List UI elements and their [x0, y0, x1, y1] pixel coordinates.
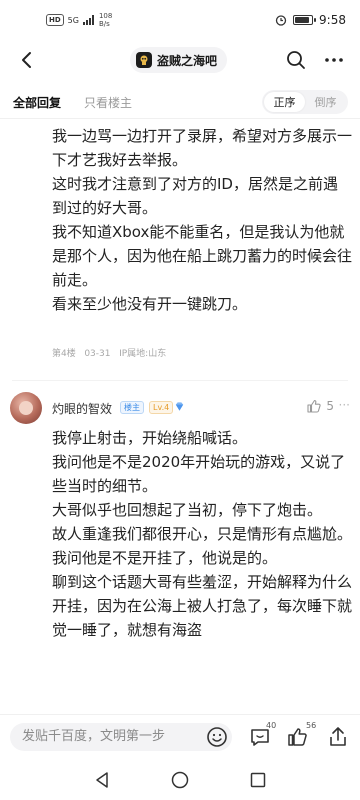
nav-recents-icon[interactable]: [248, 770, 268, 790]
avatar-face: [19, 401, 33, 415]
forum-name: 盗贼之海吧: [157, 53, 218, 68]
post-paragraph: 这时我才注意到了对方的ID，居然是之前遇到过的好大哥。: [52, 175, 338, 217]
post-paragraph: 大哥似乎也回想起了当初，停下了炮击。: [52, 501, 323, 519]
signal-label: 5G: [67, 15, 79, 25]
floor-number: 第4楼: [52, 349, 76, 359]
post-divider: [12, 380, 348, 381]
battery-fill: [295, 17, 310, 23]
tabs-divider: [0, 118, 360, 119]
post-paragraph: 我停止射击，开始绕船喊话。: [52, 429, 248, 447]
hd-badge: HD: [46, 14, 64, 26]
post-paragraph: 看来至少他没有开一键跳刀。: [52, 295, 248, 313]
net-speed: 108 B/s: [99, 12, 112, 28]
tab-all-replies[interactable]: 全部回复: [13, 94, 61, 111]
reply-filter-tabs: 全部回复 只看楼主 正序 倒序: [0, 88, 360, 116]
tab-op-only[interactable]: 只看楼主: [84, 94, 132, 111]
post-author-row: 灼眼的智效 楼主 Lv.4 5 ···: [0, 390, 360, 430]
nav-home-icon[interactable]: [170, 770, 190, 790]
nav-back-icon[interactable]: [92, 770, 112, 790]
avatar[interactable]: [10, 392, 42, 424]
search-icon: [287, 51, 305, 69]
post-paragraph: 我问他是不是2020年开始玩的游戏，又说了些当时的细节。: [52, 453, 346, 495]
net-speed-value: 108: [98, 12, 113, 20]
like-total-count: 56: [306, 721, 317, 730]
post-paragraph: 我一边骂一边打开了录屏，希望对方多展示一下才艺我好去举报。: [52, 127, 353, 169]
signal-icon: [82, 15, 94, 25]
post-content: 我一边骂一边打开了录屏，希望对方多展示一下才艺我好去举报。 这时我才注意到了对方…: [52, 124, 352, 316]
post-content: 我停止射击，开始绕船喊话。 我问他是不是2020年开始玩的游戏，又说了些当时的细…: [52, 426, 352, 642]
op-badge: 楼主: [120, 401, 144, 414]
username[interactable]: 灼眼的智效: [52, 400, 112, 417]
clock: 9:58: [319, 13, 346, 27]
like-count: 5: [326, 399, 334, 413]
sort-descending-button[interactable]: 倒序: [305, 92, 346, 112]
diamond-badge-icon: [175, 402, 184, 411]
back-button[interactable]: [12, 46, 40, 74]
alarm-icon: [275, 15, 287, 26]
post-date: 03-31: [84, 349, 111, 359]
net-speed-unit: B/s: [98, 20, 110, 28]
post-paragraph: 故人重逢我们都很开心，只是情形有点尴尬。我问他是不是开挂了，他说是的。: [52, 525, 353, 567]
reply-input[interactable]: 发贴千百度，文明第一步: [10, 723, 232, 751]
comment-count: 40: [266, 721, 277, 730]
more-dots-icon: [325, 58, 343, 62]
status-bar: HD 5G 108 B/s 9:58: [0, 0, 360, 40]
level-badge: Lv.4: [149, 401, 174, 414]
post-paragraph: 我不知道Xbox能不能重名，但是我认为他就是那个人，因为他在船上跳刀蓄力的时候会…: [52, 223, 353, 289]
system-nav-bar: [0, 760, 360, 800]
battery-icon: [293, 15, 317, 25]
top-header: 盗贼之海吧: [0, 40, 360, 80]
ip-location: IP属地:山东: [119, 349, 167, 359]
status-left: HD 5G 108 B/s: [46, 12, 112, 28]
sort-toggle: 正序 倒序: [262, 90, 348, 114]
chevron-left-icon: [22, 52, 31, 68]
status-right: 9:58: [275, 13, 346, 27]
like-button[interactable]: 5: [306, 398, 334, 414]
reply-bar: 发贴千百度，文明第一步 40 56: [0, 714, 360, 758]
share-icon[interactable]: [326, 725, 350, 749]
sort-ascending-button[interactable]: 正序: [264, 92, 305, 112]
post-meta: 第4楼 03-31 IP属地:山东: [52, 346, 166, 359]
forum-logo-icon: [136, 52, 152, 68]
search-button[interactable]: [284, 48, 308, 72]
emoji-icon[interactable]: [206, 726, 228, 748]
post-more-button[interactable]: ···: [339, 398, 350, 412]
forum-entry-button[interactable]: 盗贼之海吧: [130, 47, 228, 73]
thumbs-up-icon: [307, 399, 321, 413]
more-options-button[interactable]: [322, 48, 346, 72]
post-paragraph: 聊到这个话题大哥有些羞涩，开始解释为什么开挂，因为在公海上被人打急了，每次睡下就…: [52, 573, 353, 639]
